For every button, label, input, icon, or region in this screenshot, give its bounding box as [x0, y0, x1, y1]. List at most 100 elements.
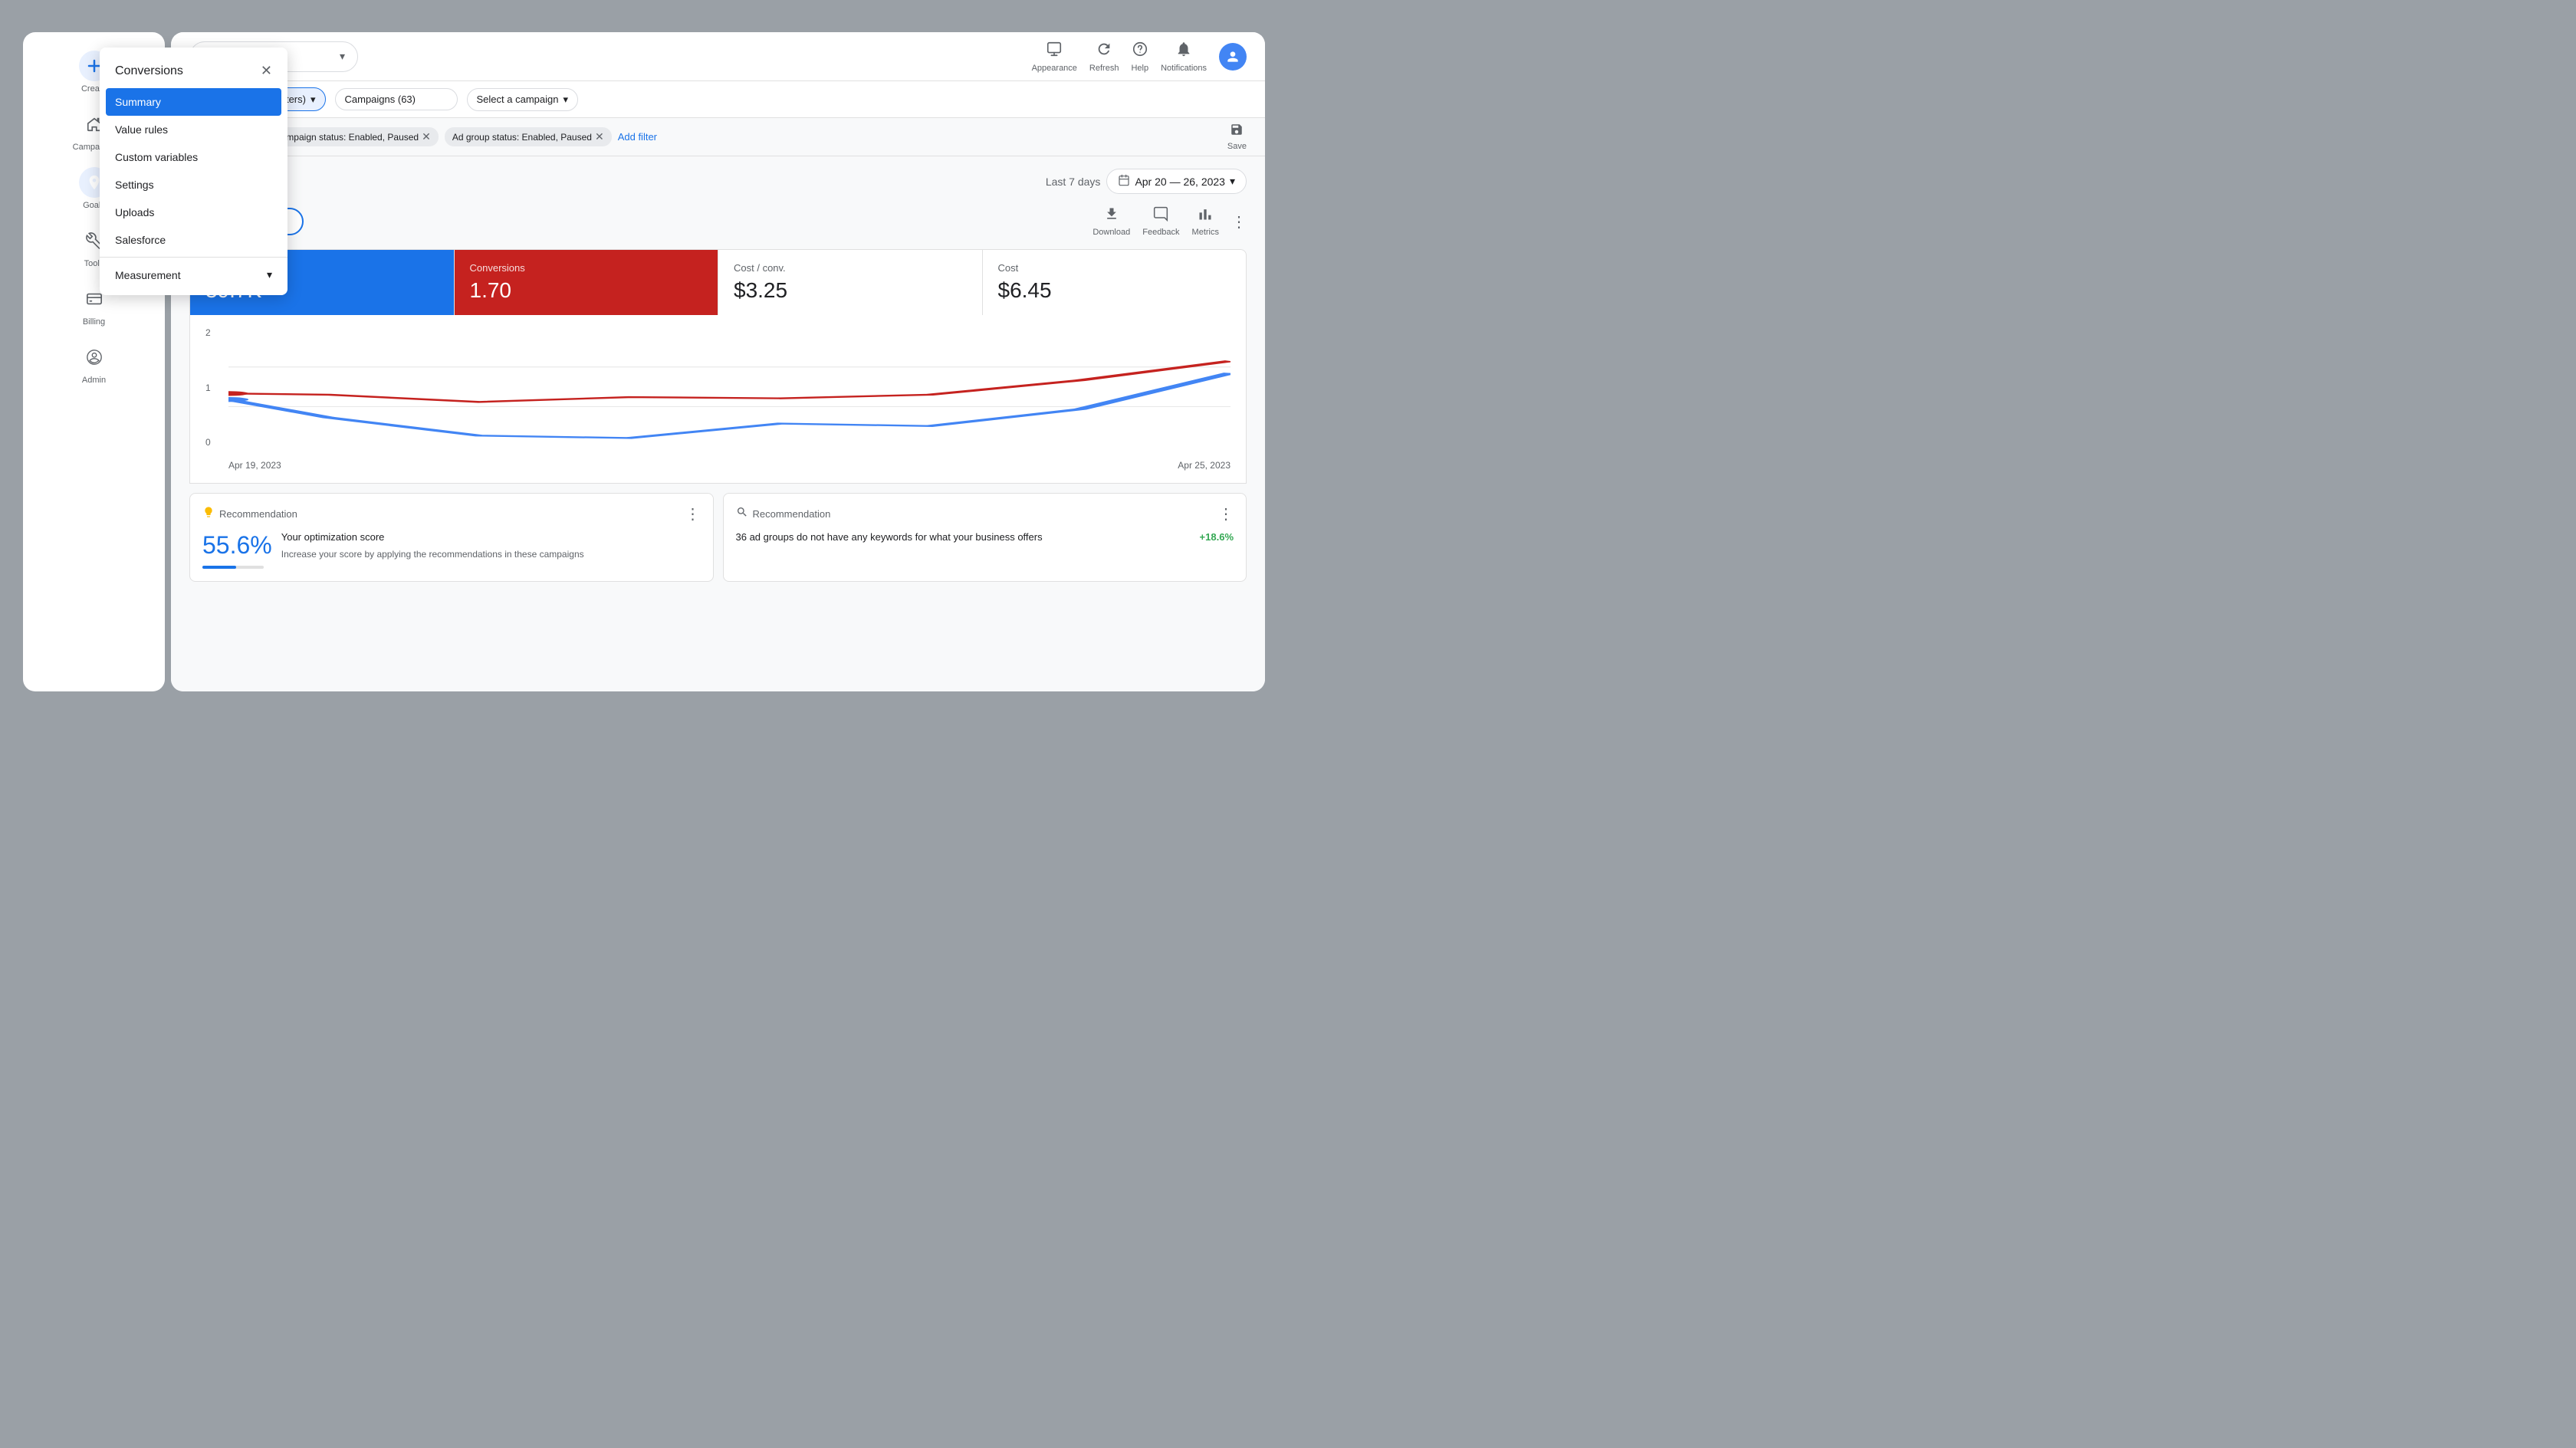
calendar-icon [1118, 174, 1130, 189]
rec-title-2: Recommendation [753, 508, 831, 520]
top-bar: Search ▾ Appearance [171, 32, 1265, 81]
notifications-icon [1175, 41, 1192, 62]
campaign-status-chip[interactable]: Campaign status: Enabled, Paused ✕ [267, 127, 439, 146]
metrics-label: Metrics [1192, 228, 1219, 237]
dropdown-item-custom-variables[interactable]: Custom variables [100, 143, 288, 171]
sub-filter-bar: Workspace filter Campaign status: Enable… [171, 118, 1265, 156]
rec-subdesc-1: Increase your score by applying the reco… [281, 549, 584, 560]
appearance-label: Appearance [1032, 64, 1077, 73]
metric-card-conversions[interactable]: Conversions 1.70 [455, 250, 719, 315]
feedback-label: Feedback [1142, 228, 1179, 237]
metric-label-conversions: Conversions [470, 262, 703, 274]
more-options-button[interactable]: ⋮ [1231, 212, 1247, 231]
rec-desc-1: Your optimization score [281, 531, 584, 543]
date-range-picker[interactable]: Apr 20 — 26, 2023 ▾ [1106, 169, 1247, 194]
chart-x-labels: Apr 19, 2023 Apr 25, 2023 [228, 460, 1230, 471]
appearance-action[interactable]: Appearance [1032, 41, 1077, 73]
recommendation-card-1: Recommendation ⋮ 55.6% Your optimizatio [189, 493, 714, 582]
metric-label-cost-per-conv: Cost / conv. [734, 262, 967, 274]
refresh-label: Refresh [1089, 64, 1119, 73]
metric-value-cost-per-conv: $3.25 [734, 278, 967, 303]
rec-content-1: Your optimization score Increase your sc… [281, 531, 584, 560]
select-campaign-chip[interactable]: Select a campaign ▾ [467, 88, 578, 111]
rec-more-icon-1[interactable]: ⋮ [685, 507, 701, 522]
select-campaign-chevron-icon: ▾ [563, 94, 568, 106]
rec-search-icon [736, 506, 748, 522]
admin-icon [79, 342, 110, 373]
campaign-status-remove-icon[interactable]: ✕ [422, 130, 431, 143]
dropdown-item-settings[interactable]: Settings [100, 171, 288, 199]
action-buttons-row: + New campaign Download [189, 206, 1247, 237]
rec-title-row-1: Recommendation [202, 506, 297, 522]
filter-bar: Workspace (2 filters) ▾ Campaigns (63) S… [171, 81, 1265, 118]
chart-y-labels: 2 1 0 [205, 327, 221, 448]
overview-header: Overview Last 7 days Apr 20 — 26, 2023 ▾ [189, 169, 1247, 194]
campaigns-filter-chip[interactable]: Campaigns (63) [335, 88, 458, 110]
rec-header-1: Recommendation ⋮ [202, 506, 701, 522]
dropdown-item-salesforce[interactable]: Salesforce [100, 226, 288, 254]
user-avatar[interactable] [1219, 43, 1247, 71]
rec-header-2: Recommendation ⋮ [736, 506, 1234, 522]
sidebar-item-label-billing: Billing [83, 317, 105, 327]
dropdown-header: Conversions ✕ [100, 54, 288, 88]
save-label: Save [1227, 142, 1247, 151]
help-label: Help [1131, 64, 1148, 73]
ad-group-status-remove-icon[interactable]: ✕ [595, 130, 604, 143]
dropdown-item-value-rules[interactable]: Value rules [100, 116, 288, 143]
date-value: Apr 20 — 26, 2023 [1135, 176, 1225, 188]
dropdown-item-summary[interactable]: Summary [106, 88, 281, 116]
metric-value-cost: $6.45 [998, 278, 1231, 303]
help-icon [1132, 41, 1148, 62]
ad-group-status-chip[interactable]: Ad group status: Enabled, Paused ✕ [445, 127, 612, 146]
refresh-icon [1096, 41, 1112, 62]
rec-progress-bar-1 [202, 566, 264, 569]
metric-label-cost: Cost [998, 262, 1231, 274]
date-chevron-icon: ▾ [1230, 175, 1235, 188]
save-button[interactable]: Save [1227, 123, 1247, 151]
feedback-action[interactable]: Feedback [1142, 206, 1179, 237]
right-actions: Download Feedback [1092, 206, 1247, 237]
rec-title-1: Recommendation [219, 508, 297, 520]
line-chart-svg [228, 327, 1230, 448]
download-label: Download [1092, 228, 1130, 237]
dropdown-title: Conversions [115, 64, 183, 78]
search-chevron-icon: ▾ [340, 50, 345, 63]
feedback-icon [1153, 206, 1168, 226]
sidebar-item-admin[interactable]: Admin [67, 336, 122, 391]
date-range: Last 7 days Apr 20 — 26, 2023 ▾ [1046, 169, 1247, 194]
dropdown-measurement-section[interactable]: Measurement ▾ [100, 261, 288, 289]
notifications-action[interactable]: Notifications [1161, 41, 1207, 73]
rec-lightbulb-icon [202, 506, 215, 522]
add-filter-button[interactable]: Add filter [618, 131, 657, 143]
ad-group-status-label: Ad group status: Enabled, Paused [452, 132, 592, 143]
sidebar: Create Campaigns Goals [23, 32, 165, 691]
main-content: Search ▾ Appearance [171, 32, 1265, 691]
sidebar-item-label-admin: Admin [82, 376, 106, 385]
metrics-container: Clicks 39.7K Conversions 1.70 Cost / con… [189, 249, 1247, 315]
appearance-icon [1046, 41, 1063, 62]
rec-more-icon-2[interactable]: ⋮ [1218, 507, 1234, 522]
campaign-status-label: Campaign status: Enabled, Paused [274, 132, 419, 143]
dropdown-panel: Conversions ✕ Summary Value rules Custom… [100, 48, 288, 295]
dropdown-item-uploads[interactable]: Uploads [100, 199, 288, 226]
campaigns-count-label: Campaigns (63) [345, 94, 416, 105]
chart-area: 2 1 0 [205, 327, 1230, 471]
content-area: Overview Last 7 days Apr 20 — 26, 2023 ▾ [171, 156, 1265, 691]
refresh-action[interactable]: Refresh [1089, 41, 1119, 73]
recommendation-card-2: Recommendation ⋮ 36 ad groups do not hav… [723, 493, 1247, 582]
rec-score-1: 55.6% [202, 531, 272, 560]
dropdown-close-icon[interactable]: ✕ [261, 63, 272, 79]
metrics-action[interactable]: Metrics [1192, 206, 1219, 237]
download-icon [1104, 206, 1119, 226]
rec-badge-2: +18.6% [1200, 531, 1234, 543]
rec-progress-fill-1 [202, 566, 236, 569]
metric-card-cost[interactable]: Cost $6.45 [983, 250, 1247, 315]
download-action[interactable]: Download [1092, 206, 1130, 237]
metric-card-cost-per-conv[interactable]: Cost / conv. $3.25 [718, 250, 983, 315]
recommendations-row: Recommendation ⋮ 55.6% Your optimizatio [189, 493, 1247, 582]
top-bar-right: Appearance Refresh [1032, 41, 1247, 73]
help-action[interactable]: Help [1131, 41, 1148, 73]
select-campaign-label: Select a campaign [477, 94, 559, 105]
chart-container: 2 1 0 [189, 315, 1247, 484]
save-icon [1230, 123, 1244, 140]
